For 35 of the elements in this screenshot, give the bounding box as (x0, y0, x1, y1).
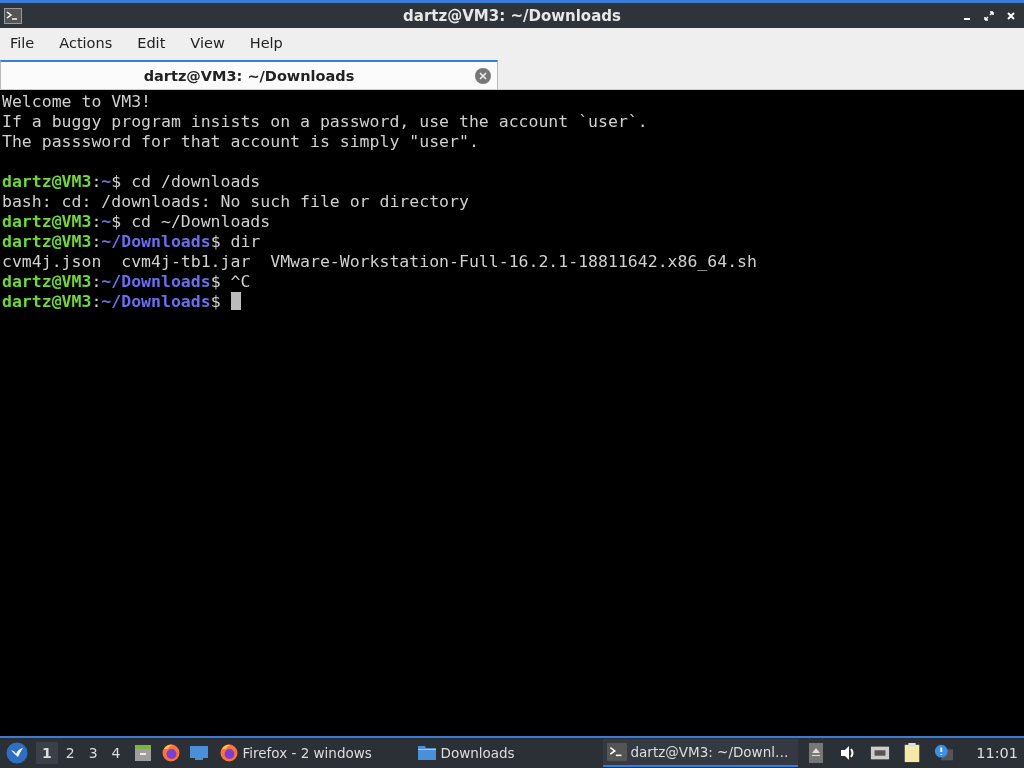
terminal-line: dartz@VM3:~/Downloads$ ^C (2, 272, 251, 292)
maximize-icon[interactable] (984, 10, 994, 21)
folder-icon (416, 743, 437, 763)
desktop-icon[interactable] (188, 743, 209, 763)
workspace-button[interactable]: 2 (59, 742, 81, 764)
close-icon[interactable] (1006, 10, 1016, 21)
workspace-button[interactable]: 4 (105, 742, 127, 764)
taskbar-button[interactable]: Firefox - 2 windows (214, 739, 405, 767)
firefox-icon[interactable] (160, 743, 181, 763)
menu-item[interactable]: File (10, 35, 35, 51)
terminal-line: cvm4j.json cvm4j-tb1.jar VMware-Workstation-Full-16.2.1-18811642.x86_64.sh (2, 252, 757, 272)
terminal-line: dartz@VM3:~/Downloads$ dir (2, 232, 261, 252)
terminal-line: bash: cd: /downloads: No such file or directory (2, 192, 469, 212)
window-title: dartz@VM3: ~/Downloads (403, 6, 621, 25)
menu-item[interactable]: Edit (137, 35, 166, 51)
terminal-icon (4, 7, 22, 24)
terminal-line: Welcome to VM3! (2, 92, 151, 112)
file-cabinet-icon[interactable] (132, 743, 153, 763)
terminal-tab[interactable]: dartz@VM3: ~/Downloads (0, 60, 498, 89)
terminal-line: The passsword for that account is simply "user". (2, 132, 479, 152)
terminal-icon (606, 742, 627, 762)
terminal-line: dartz@VM3:~$ cd ~/Downloads (2, 212, 271, 232)
menu-item[interactable]: Help (249, 35, 283, 51)
terminal-line: If a buggy program insists on a password, use the account `user`. (2, 112, 648, 132)
taskbar-button[interactable]: Downloads (412, 739, 603, 767)
terminal-line: dartz@VM3:~/Downloads$ (2, 292, 241, 312)
terminal-line: dartz@VM3:~$ cd /downloads (2, 172, 261, 192)
notification-icon[interactable] (934, 743, 955, 763)
workspace-button[interactable]: 1 (36, 742, 58, 764)
firefox-icon[interactable] (218, 743, 239, 763)
clock[interactable]: 11:01 (976, 745, 1018, 761)
taskbar-button[interactable]: dartz@VM3: ~/Downl… (602, 739, 798, 767)
menu-item[interactable]: Actions (59, 35, 113, 51)
workspace-button[interactable]: 3 (82, 742, 104, 764)
menu-item[interactable]: View (190, 35, 225, 51)
